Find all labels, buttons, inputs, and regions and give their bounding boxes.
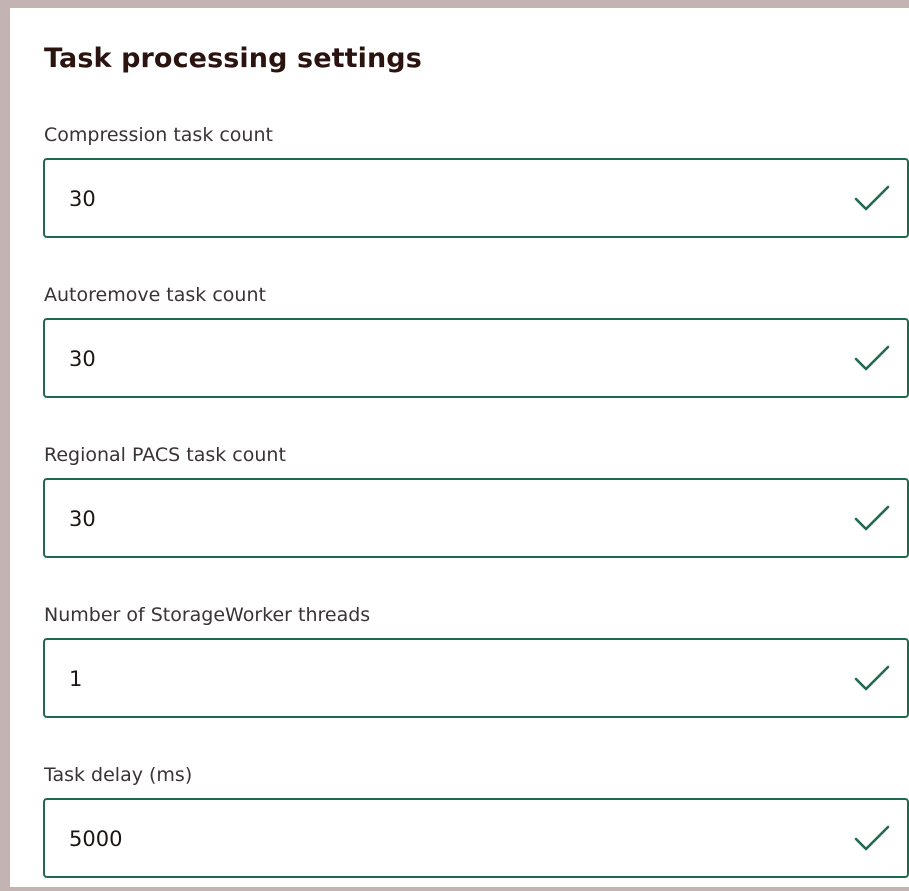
check-icon [854,825,890,851]
autoremove-task-count-input[interactable]: 30 [43,318,909,398]
check-icon [854,665,890,691]
field-label: Task delay (ms) [44,764,193,786]
field-value[interactable]: 1 [69,666,82,692]
task-delay-input[interactable]: 5000 [43,798,909,878]
field-value[interactable]: 30 [69,186,96,212]
storageworker-threads-input[interactable]: 1 [43,638,909,718]
check-icon [854,505,890,531]
field-label: Regional PACS task count [44,444,286,466]
settings-panel: Task processing settings Compression tas… [0,0,909,891]
field-value[interactable]: 30 [69,346,96,372]
regional-pacs-task-count-input[interactable]: 30 [43,478,909,558]
field-label: Autoremove task count [44,284,266,306]
check-icon [854,345,890,371]
field-value[interactable]: 5000 [69,826,122,852]
check-icon [854,185,890,211]
panel-title: Task processing settings [44,43,422,74]
field-value[interactable]: 30 [69,506,96,532]
field-label: Compression task count [44,124,273,146]
field-label: Number of StorageWorker threads [44,604,371,626]
compression-task-count-input[interactable]: 30 [43,158,909,238]
